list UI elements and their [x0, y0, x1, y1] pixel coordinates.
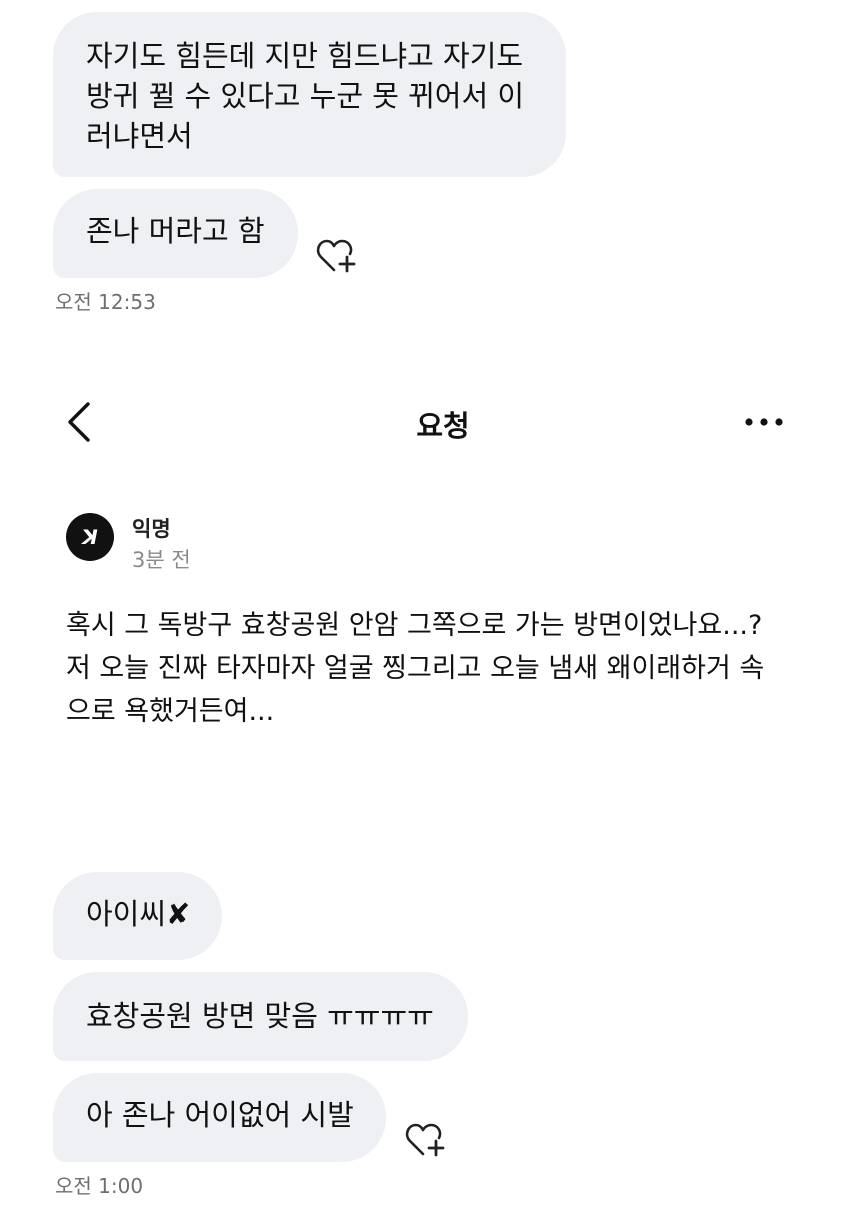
message-line: 자기도 힘든데 지만 힘드냐고 자기도: [86, 39, 524, 73]
heart-plus-icon[interactable]: [405, 1121, 447, 1159]
message-text: 효창공원 방면 맞음 ㅠㅠㅠㅠ: [86, 999, 434, 1033]
message-timestamp: 오전 1:00: [55, 1174, 144, 1198]
message-text: 존나 머라고 함: [86, 214, 265, 248]
post-time: 3분 전: [132, 548, 191, 572]
post-body-line: 으로 욕했거든여...: [66, 696, 275, 727]
avatar-glyph: ꓘ: [82, 525, 98, 549]
avatar[interactable]: ꓘ: [66, 513, 114, 561]
heart-plus-icon[interactable]: [316, 237, 358, 275]
page-title: 요청: [416, 409, 470, 443]
message-timestamp: 오전 12:53: [55, 290, 156, 314]
message-bubble-4[interactable]: 효창공원 방면 맞음 ㅠㅠㅠㅠ: [53, 972, 468, 1061]
message-bubble-1[interactable]: 자기도 힘든데 지만 힘드냐고 자기도 방귀 뀔 수 있다고 누군 못 뀌어서 …: [53, 12, 566, 177]
message-bubble-5[interactable]: 아 존나 어이없어 시발: [53, 1073, 386, 1162]
post-body: 혹시 그 독방구 효창공원 안암 그쪽으로 가는 방면이었나요...? 저 오늘…: [66, 604, 786, 733]
ellipsis-icon[interactable]: [744, 414, 784, 430]
message-text: 아 존나 어이없어 시발: [86, 1098, 354, 1132]
post-body-line: 저 오늘 진짜 타자마자 얼굴 찡그리고 오늘 냄새 왜이래하거 속: [66, 653, 765, 684]
author-name[interactable]: 익명: [132, 513, 171, 543]
message-text: 아이씨✘: [86, 897, 191, 931]
post-body-line: 혹시 그 독방구 효창공원 안암 그쪽으로 가는 방면이었나요...?: [66, 610, 763, 641]
message-line: 방귀 뀔 수 있다고 누군 못 뀌어서 이: [86, 79, 525, 113]
message-bubble-3[interactable]: 아이씨✘: [53, 872, 222, 960]
message-bubble-2[interactable]: 존나 머라고 함: [53, 189, 298, 278]
message-line: 러냐면서: [86, 119, 193, 153]
